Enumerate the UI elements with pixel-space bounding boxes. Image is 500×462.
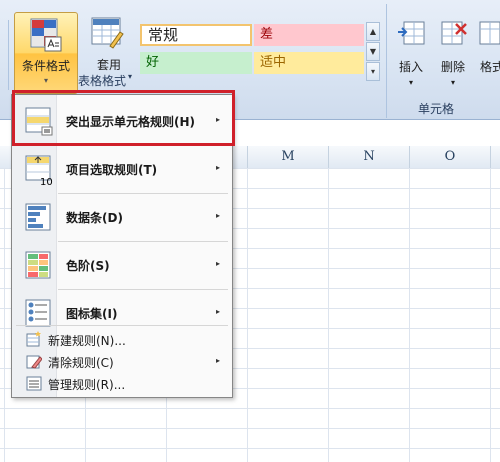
manage-rules-icon [26, 376, 42, 391]
submenu-arrow-icon: ▸ [215, 259, 220, 268]
ribbon-left-edge [0, 20, 9, 90]
menu-item-label: 管理规则(R)... [48, 378, 126, 392]
menu-item-highlight-cells-rules[interactable]: 突出显示单元格规则(H) ▸ [16, 99, 228, 143]
styles-group-label: 表格格式 [78, 74, 127, 88]
format-as-table-label: 套用 [96, 58, 121, 72]
menu-item-label: 突出显示单元格规则(H) [66, 115, 196, 129]
cell-style-normal[interactable]: 常规 [140, 24, 252, 46]
menu-item-data-bars[interactable]: 数据条(D) ▸ [16, 195, 228, 239]
menu-item-label: 清除规则(C) [48, 356, 114, 370]
top-bottom-rules-icon: 10 [25, 155, 53, 187]
column-header-next[interactable] [490, 146, 500, 168]
menu-item-clear-rules[interactable]: 清除规则(C) ▸ [16, 351, 228, 371]
chevron-down-icon: ▾ [128, 72, 133, 81]
ribbon-group-divider [386, 4, 387, 118]
menu-separator [16, 325, 228, 326]
menu-separator [58, 145, 228, 146]
menu-separator [58, 241, 228, 242]
conditional-formatting-icon [30, 18, 62, 52]
menu-item-label: 数据条(D) [66, 211, 123, 225]
menu-item-color-scales[interactable]: 色阶(S) ▸ [16, 243, 228, 287]
cells-group-label: 单元格 [418, 102, 455, 116]
delete-button[interactable]: 删除 ▾ [432, 14, 474, 87]
menu-item-label: 色阶(S) [66, 259, 110, 273]
column-header-n[interactable]: N [328, 146, 409, 168]
submenu-arrow-icon: ▸ [215, 163, 220, 172]
gallery-up-button[interactable]: ▲ [366, 22, 380, 41]
insert-button[interactable]: 插入 ▾ [390, 14, 432, 87]
menu-separator [58, 289, 228, 290]
menu-item-top-bottom-rules[interactable]: 10 项目选取规则(T) ▸ [16, 147, 228, 191]
delete-label: 删除 [440, 60, 465, 74]
menu-item-manage-rules[interactable]: 管理规则(R)... [16, 373, 228, 393]
submenu-arrow-icon: ▸ [215, 211, 220, 220]
menu-item-label: 项目选取规则(T) [66, 163, 158, 177]
format-label: 格式 [480, 60, 500, 74]
menu-item-new-rule[interactable]: 新建规则(N)... [16, 329, 228, 349]
chevron-down-icon: ▾ [450, 78, 455, 87]
conditional-formatting-button[interactable]: 条件格式 ▾ [14, 12, 78, 94]
delete-cells-icon [441, 21, 467, 45]
gallery-down-button[interactable]: ▼ [366, 42, 380, 61]
submenu-arrow-icon: ▸ [215, 307, 220, 316]
gallery-more-button[interactable]: ▾ [366, 62, 380, 81]
submenu-arrow-icon: ▸ [215, 115, 220, 124]
column-header-o[interactable]: O [409, 146, 490, 168]
clear-rules-icon [26, 355, 42, 369]
format-button[interactable]: 格式 [474, 14, 500, 84]
cell-style-neutral[interactable]: 适中 [254, 52, 364, 74]
insert-cells-icon [398, 21, 425, 45]
column-header-m[interactable]: M [247, 146, 328, 168]
insert-label: 插入 [398, 60, 423, 74]
menu-item-label: 新建规则(N)... [48, 334, 126, 348]
menu-item-label: 图标集(I) [66, 307, 118, 321]
format-as-table-icon [91, 17, 124, 49]
cell-style-bad[interactable]: 差 [254, 24, 364, 46]
styles-gallery-scroll: ▲ ▼ ▾ [366, 22, 380, 82]
submenu-arrow-icon: ▸ [215, 356, 220, 365]
color-scales-icon [25, 251, 51, 279]
format-cells-icon [479, 21, 500, 45]
menu-separator [58, 193, 228, 194]
conditional-formatting-menu: 突出显示单元格规则(H) ▸ 10 项目选取规则(T) ▸ 数据条(D) ▸ 色… [11, 94, 233, 398]
conditional-formatting-label: 条件格式 [21, 59, 70, 73]
top-items-value: 10 [40, 177, 53, 187]
chevron-down-icon: ▾ [43, 76, 48, 85]
chevron-down-icon: ▾ [408, 78, 413, 87]
highlight-cells-rules-icon [25, 107, 53, 136]
data-bars-icon [25, 203, 51, 231]
cell-style-good[interactable]: 好 [140, 52, 252, 74]
new-rule-icon [26, 331, 41, 347]
